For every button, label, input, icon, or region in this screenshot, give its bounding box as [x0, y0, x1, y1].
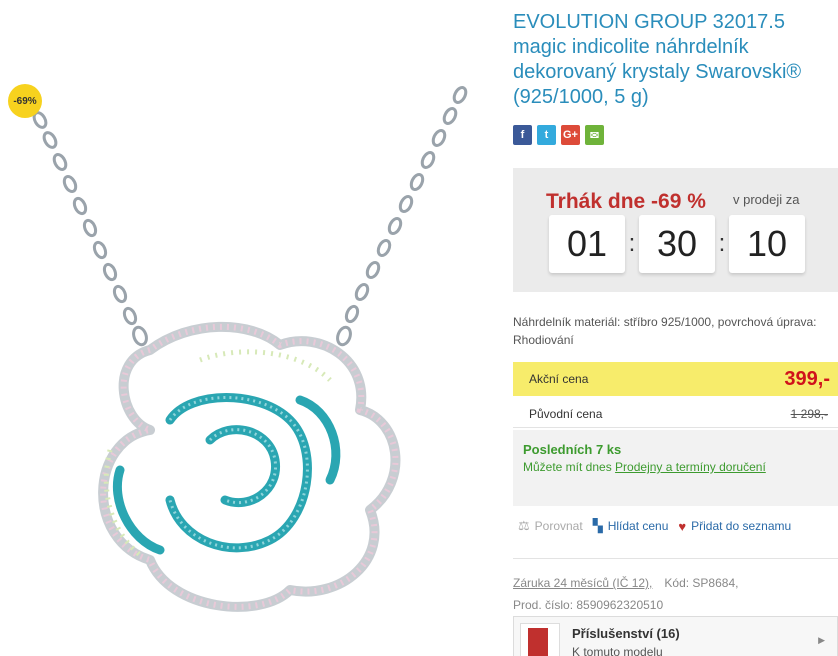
prod-number-value: 8590962320510 — [576, 598, 664, 612]
social-share: f t G+ ✉ — [513, 125, 604, 145]
code-value: SP8684, — [692, 576, 739, 590]
stores-delivery-link[interactable]: Prodejny a termíny doručení — [615, 460, 766, 474]
timer-separator: : — [718, 230, 726, 257]
email-share-button[interactable]: ✉ — [585, 125, 604, 145]
necklace-pendant-image — [32, 86, 468, 612]
accessories-title: Příslušenství (16) — [572, 626, 680, 641]
chevron-right-icon: ▶ — [818, 635, 825, 645]
scales-icon: ⚖ — [518, 518, 530, 533]
chart-icon: ▚ — [592, 518, 603, 533]
original-price-value: 1 298,- — [790, 407, 828, 421]
warranty-link[interactable]: Záruka 24 měsíců (IČ 12), — [513, 576, 652, 590]
heart-icon: ♥ — [678, 518, 687, 534]
action-price-label: Akční cena — [529, 372, 589, 386]
stock-sub-prefix: Můžete mít dnes — [523, 460, 616, 474]
product-actions: ⚖ Porovnat ▚ Hlídat cenu ♥ Přidat do sez… — [518, 518, 801, 534]
divider — [513, 558, 838, 559]
prod-number-label: Prod. číslo: — [513, 598, 574, 612]
googleplus-share-button[interactable]: G+ — [561, 125, 580, 145]
action-price-value: 399,- — [784, 368, 830, 390]
product-info: EVOLUTION GROUP 32017.5 magic indicolite… — [513, 0, 838, 656]
add-to-wishlist-button[interactable]: ♥ Přidat do seznamu — [678, 519, 791, 534]
facebook-share-button[interactable]: f — [513, 125, 532, 145]
deal-subtitle: v prodeji za — [733, 192, 800, 207]
wishlist-label: Přidat do seznamu — [691, 519, 792, 533]
accessory-thumbnail — [520, 623, 560, 656]
action-price-row: Akční cena 399,- — [513, 362, 838, 396]
deal-title: Trhák dne -69 % — [546, 190, 706, 213]
timer-hours: 01 — [549, 215, 625, 273]
original-price-label: Původní cena — [529, 407, 603, 421]
accessories-subtitle: K tomuto modelu — [572, 645, 663, 656]
original-price-row: Původní cena 1 298,- — [513, 398, 838, 428]
discount-badge: -69% — [8, 84, 42, 118]
product-image[interactable]: -69% — [0, 0, 500, 656]
compare-button[interactable]: ⚖ Porovnat — [518, 518, 583, 534]
code-label: Kód: — [664, 576, 690, 590]
watch-price-button[interactable]: ▚ Hlídat cenu — [593, 518, 669, 534]
product-meta: Záruka 24 měsíců (IČ 12), Kód: SP8684, Pr… — [513, 572, 838, 616]
twitter-share-button[interactable]: t — [537, 125, 556, 145]
stock-title: Posledních 7 ks — [523, 442, 622, 457]
timer-seconds: 10 — [729, 215, 805, 273]
timer-separator: : — [628, 230, 636, 257]
accessories-panel[interactable]: Příslušenství (16) K tomuto modelu ▶ — [513, 616, 838, 656]
compare-label: Porovnat — [534, 519, 583, 533]
countdown-timer: 01 : 30 : 10 — [549, 215, 805, 273]
material-description: Náhrdelník materiál: stříbro 925/1000, p… — [513, 315, 817, 347]
deal-of-day-box: Trhák dne -69 % v prodeji za 01 : 30 : 1… — [513, 168, 838, 292]
stock-info: Posledních 7 ks Můžete mít dnes Prodejny… — [513, 430, 838, 506]
stock-subtitle: Můžete mít dnes Prodejny a termíny doruč… — [523, 460, 766, 474]
product-title: EVOLUTION GROUP 32017.5 magic indicolite… — [513, 11, 802, 108]
timer-minutes: 30 — [639, 215, 715, 273]
watch-price-label: Hlídat cenu — [607, 519, 669, 533]
